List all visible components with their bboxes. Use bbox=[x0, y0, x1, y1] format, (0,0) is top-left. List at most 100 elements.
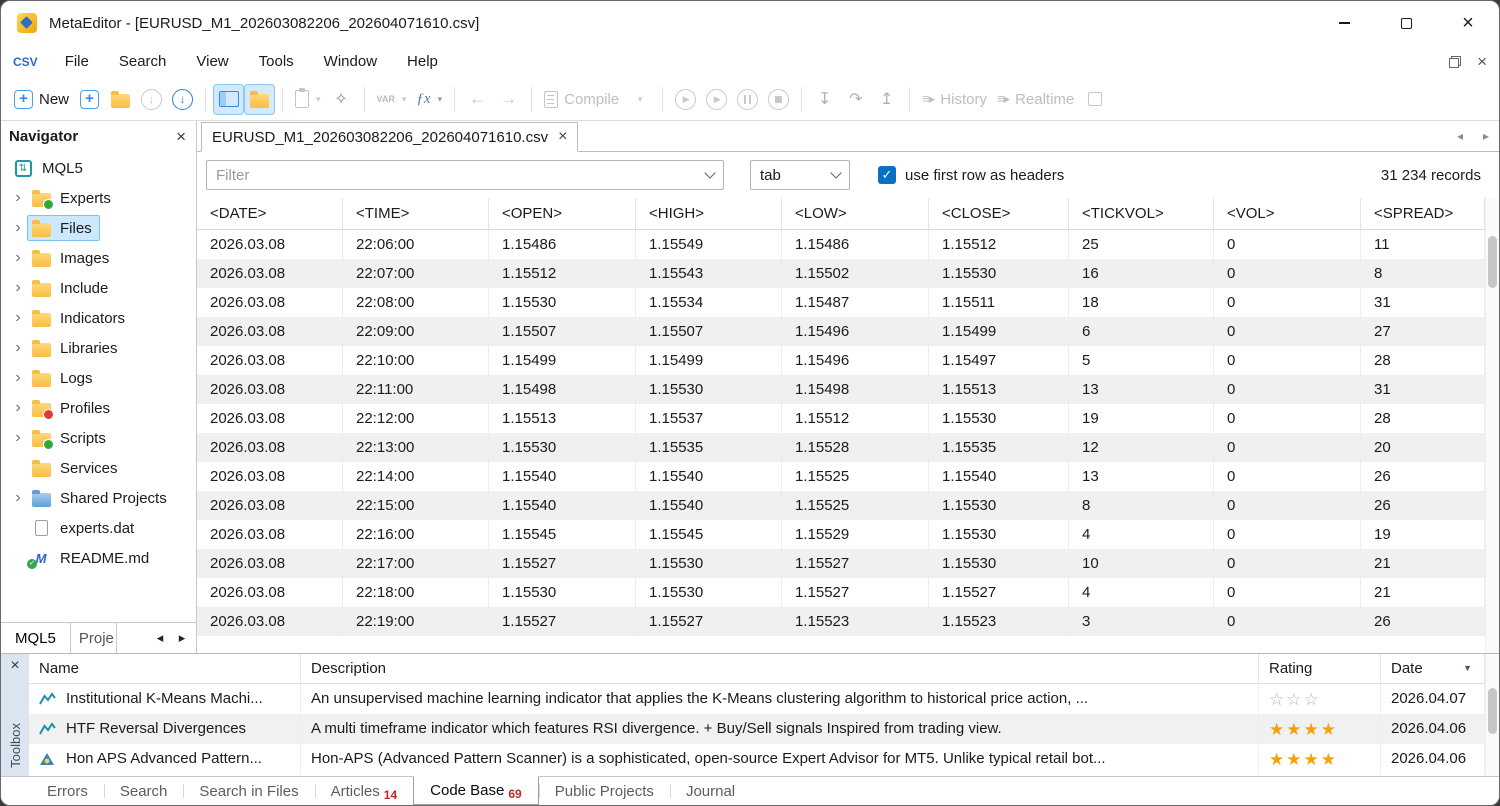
csv-cell[interactable]: 1.15530 bbox=[489, 288, 636, 317]
toolbox-tab-errors[interactable]: Errors bbox=[31, 777, 104, 805]
csv-cell[interactable]: 0 bbox=[1214, 433, 1361, 462]
expand-chevron-icon[interactable]: › bbox=[9, 279, 27, 297]
csv-cell[interactable]: 1.15498 bbox=[489, 375, 636, 404]
step-over-button[interactable]: ↷ bbox=[840, 84, 871, 115]
new-button[interactable]: + New bbox=[9, 84, 74, 115]
csv-cell[interactable]: 19 bbox=[1069, 404, 1214, 433]
csv-cell[interactable]: 22:14:00 bbox=[343, 462, 489, 491]
csv-column-header-date[interactable]: <DATE> bbox=[197, 198, 343, 230]
csv-cell[interactable]: 1.15540 bbox=[636, 491, 782, 520]
csv-cell[interactable]: 22:10:00 bbox=[343, 346, 489, 375]
toolbox-close-button[interactable]: × bbox=[10, 658, 19, 674]
csv-cell[interactable]: 2026.03.08 bbox=[197, 288, 343, 317]
expand-chevron-icon[interactable]: › bbox=[9, 369, 27, 387]
csv-column-header-tickvol[interactable]: <TICKVOL> bbox=[1069, 198, 1214, 230]
editor-tab[interactable]: EURUSD_M1_202603082206_202604071610.csv … bbox=[201, 122, 578, 152]
toolbox-tab-articles[interactable]: Articles14 bbox=[315, 777, 414, 805]
toolbox-column-header-rating[interactable]: Rating bbox=[1259, 654, 1381, 684]
csv-cell[interactable]: 1.15527 bbox=[636, 607, 782, 636]
csv-column-header-open[interactable]: <OPEN> bbox=[489, 198, 636, 230]
csv-cell[interactable]: 26 bbox=[1361, 462, 1485, 491]
csv-cell[interactable]: 22:13:00 bbox=[343, 433, 489, 462]
step-into-button[interactable]: ↧ bbox=[809, 84, 840, 115]
csv-cell[interactable]: 2026.03.08 bbox=[197, 549, 343, 578]
csv-cell[interactable]: 4 bbox=[1069, 520, 1214, 549]
use-first-row-checkbox[interactable]: ✓ use first row as headers bbox=[878, 166, 1064, 184]
toolbox-tab-search-in-files[interactable]: Search in Files bbox=[183, 777, 314, 805]
delimiter-combobox[interactable]: tab bbox=[750, 160, 850, 190]
csv-cell[interactable]: 1.15486 bbox=[782, 230, 929, 259]
csv-cell[interactable]: 27 bbox=[1361, 317, 1485, 346]
nav-item-logs[interactable]: ›Logs bbox=[1, 363, 196, 393]
nav-item-scripts[interactable]: ›Scripts bbox=[1, 423, 196, 453]
csv-cell[interactable]: 26 bbox=[1361, 607, 1485, 636]
csv-cell[interactable]: 2026.03.08 bbox=[197, 433, 343, 462]
toolbox-row-description[interactable]: An unsupervised machine learning indicat… bbox=[301, 684, 1259, 714]
toolbox-row-name[interactable]: HTF Reversal Divergences bbox=[29, 714, 301, 744]
csv-cell[interactable]: 16 bbox=[1069, 259, 1214, 288]
csv-cell[interactable]: 25 bbox=[1069, 230, 1214, 259]
csv-column-header-time[interactable]: <TIME> bbox=[343, 198, 489, 230]
csv-cell[interactable]: 1.15527 bbox=[782, 578, 929, 607]
csv-cell[interactable]: 13 bbox=[1069, 462, 1214, 491]
expand-chevron-icon[interactable]: › bbox=[9, 489, 27, 507]
navigator-tab-proje[interactable]: Proje bbox=[71, 623, 117, 653]
csv-column-header-vol[interactable]: <VOL> bbox=[1214, 198, 1361, 230]
csv-cell[interactable]: 1.15496 bbox=[782, 346, 929, 375]
csv-cell[interactable]: 1.15537 bbox=[636, 404, 782, 433]
csv-cell[interactable]: 1.15530 bbox=[489, 433, 636, 462]
csv-cell[interactable]: 31 bbox=[1361, 288, 1485, 317]
toolbox-row-rating[interactable]: ☆☆☆ bbox=[1259, 684, 1381, 714]
save-button[interactable]: ↓ bbox=[136, 84, 167, 115]
csv-cell[interactable]: 1.15496 bbox=[782, 317, 929, 346]
nav-item-profiles[interactable]: ›Profiles bbox=[1, 393, 196, 423]
csv-cell[interactable]: 1.15525 bbox=[782, 491, 929, 520]
csv-cell[interactable]: 19 bbox=[1361, 520, 1485, 549]
csv-cell[interactable]: 2026.03.08 bbox=[197, 346, 343, 375]
toolbox-row-description[interactable]: A multi timeframe indicator which featur… bbox=[301, 714, 1259, 744]
csv-cell[interactable]: 1.15528 bbox=[782, 433, 929, 462]
csv-cell[interactable]: 1.15530 bbox=[929, 491, 1069, 520]
toolbox-row-date[interactable]: 2026.04.06 bbox=[1381, 714, 1485, 744]
toolbox-row-name[interactable]: Hon APS Advanced Pattern... bbox=[29, 744, 301, 774]
csv-cell[interactable]: 26 bbox=[1361, 491, 1485, 520]
csv-cell[interactable]: 2026.03.08 bbox=[197, 259, 343, 288]
csv-cell[interactable]: 8 bbox=[1069, 491, 1214, 520]
download-sources-button[interactable]: ↓ bbox=[167, 84, 198, 115]
toolbox-column-header-date[interactable]: Date▼ bbox=[1381, 654, 1485, 684]
csv-cell[interactable]: 0 bbox=[1214, 346, 1361, 375]
csv-cell[interactable]: 28 bbox=[1361, 346, 1485, 375]
nav-item-readme-md[interactable]: MREADME.md bbox=[1, 543, 196, 573]
csv-cell[interactable]: 1.15530 bbox=[636, 578, 782, 607]
csv-cell[interactable]: 22:11:00 bbox=[343, 375, 489, 404]
csv-cell[interactable]: 21 bbox=[1361, 549, 1485, 578]
compile-options-button[interactable]: ▾ bbox=[624, 84, 655, 115]
csv-cell[interactable]: 22:09:00 bbox=[343, 317, 489, 346]
csv-cell[interactable]: 2026.03.08 bbox=[197, 578, 343, 607]
open-file-button[interactable] bbox=[105, 84, 136, 115]
csv-cell[interactable]: 2026.03.08 bbox=[197, 375, 343, 404]
csv-cell[interactable]: 1.15523 bbox=[782, 607, 929, 636]
nav-item-shared-projects[interactable]: ›Shared Projects bbox=[1, 483, 196, 513]
csv-cell[interactable]: 1.15540 bbox=[929, 462, 1069, 491]
csv-cell[interactable]: 1.15487 bbox=[782, 288, 929, 317]
stop-button[interactable] bbox=[763, 84, 794, 115]
document-restore-button[interactable] bbox=[1449, 56, 1461, 68]
expand-chevron-icon[interactable]: › bbox=[9, 399, 27, 417]
csv-cell[interactable]: 0 bbox=[1214, 404, 1361, 433]
nav-item-include[interactable]: ›Include bbox=[1, 273, 196, 303]
nav-tabs-left-button[interactable]: ◂ bbox=[152, 630, 168, 646]
csv-cell[interactable]: 1.15530 bbox=[929, 404, 1069, 433]
csv-cell[interactable]: 2026.03.08 bbox=[197, 607, 343, 636]
document-close-button[interactable]: × bbox=[1477, 53, 1487, 70]
vertical-scrollbar[interactable] bbox=[1485, 198, 1499, 653]
csv-cell[interactable]: 0 bbox=[1214, 288, 1361, 317]
expand-chevron-icon[interactable]: › bbox=[9, 189, 27, 207]
step-out-button[interactable]: ↥ bbox=[871, 84, 902, 115]
new-item-button[interactable]: + bbox=[74, 84, 105, 115]
csv-cell[interactable]: 1.15525 bbox=[782, 462, 929, 491]
toolbox-row-date[interactable]: 2026.04.06 bbox=[1381, 744, 1485, 774]
csv-cell[interactable]: 2026.03.08 bbox=[197, 230, 343, 259]
nav-item-experts-dat[interactable]: experts.dat bbox=[1, 513, 196, 543]
csv-cell[interactable]: 1.15543 bbox=[636, 259, 782, 288]
